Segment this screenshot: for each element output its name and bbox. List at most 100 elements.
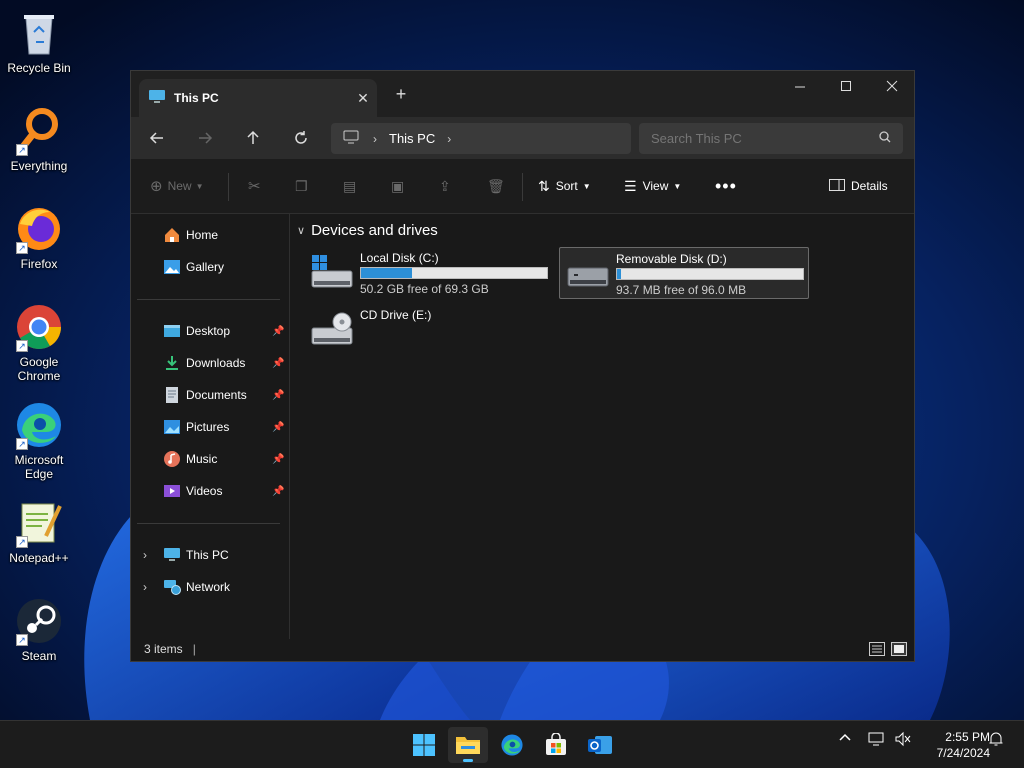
chevron-down-icon: ▼ bbox=[582, 181, 591, 191]
chevron-down-icon: ∨ bbox=[297, 225, 306, 237]
sidebar-item-label: Home bbox=[186, 228, 219, 242]
steam-icon: ↗ bbox=[14, 596, 64, 646]
sidebar-item-gallery[interactable]: Gallery bbox=[131, 253, 289, 281]
cut-button[interactable]: ✂ bbox=[248, 175, 261, 197]
tab-close-icon[interactable]: ✕ bbox=[349, 90, 377, 107]
sidebar-divider bbox=[137, 523, 280, 524]
tab-this-pc[interactable]: This PC ✕ bbox=[139, 79, 377, 117]
shortcut-arrow-icon: ↗ bbox=[16, 634, 28, 646]
chevron-right-icon[interactable]: › bbox=[447, 132, 451, 146]
network-status-icon[interactable] bbox=[868, 731, 886, 750]
pin-icon[interactable]: 📌 bbox=[272, 422, 284, 433]
view-button[interactable]: ☰ View ▼ bbox=[624, 175, 681, 197]
outlook-icon[interactable] bbox=[580, 727, 620, 763]
sidebar-item-documents[interactable]: Documents 📌 bbox=[131, 381, 289, 409]
taskbar: 2:55 PM 7/24/2024 bbox=[0, 720, 1024, 768]
maximize-icon[interactable] bbox=[823, 71, 869, 101]
tab-label: This PC bbox=[174, 91, 219, 105]
gallery-icon bbox=[163, 258, 181, 276]
chevron-right-icon[interactable]: › bbox=[373, 132, 377, 146]
search-icon bbox=[879, 131, 891, 146]
desktop-icon-edge[interactable]: ↗ Microsoft Edge bbox=[0, 400, 78, 481]
new-tab-plus-icon[interactable]: + bbox=[389, 84, 413, 105]
sidebar-item-videos[interactable]: Videos 📌 bbox=[131, 477, 289, 505]
pin-icon[interactable]: 📌 bbox=[272, 486, 284, 497]
breadcrumb-this-pc[interactable]: This PC bbox=[389, 131, 435, 146]
delete-button[interactable]: 🗑 bbox=[487, 175, 505, 197]
chevron-down-icon: ▼ bbox=[195, 181, 204, 191]
notification-bell-icon[interactable] bbox=[988, 731, 1004, 750]
home-icon bbox=[163, 226, 181, 244]
forward-arrow-icon[interactable] bbox=[189, 125, 221, 151]
edge-icon[interactable] bbox=[492, 727, 532, 763]
sort-button[interactable]: ⇅ Sort ▼ bbox=[538, 175, 591, 197]
more-options-icon[interactable]: ••• bbox=[715, 175, 737, 197]
clock-date: 7/24/2024 bbox=[936, 746, 990, 760]
recycle-bin-icon bbox=[14, 8, 64, 58]
system-clock[interactable]: 2:55 PM 7/24/2024 bbox=[916, 729, 990, 761]
sidebar-item-label: Pictures bbox=[186, 420, 230, 434]
sidebar-item-desktop[interactable]: Desktop 📌 bbox=[131, 317, 289, 345]
drive-free-space: 93.7 MB free of 96.0 MB bbox=[616, 283, 747, 297]
chevron-right-icon[interactable]: › bbox=[143, 580, 147, 594]
sidebar-item-music[interactable]: Music 📌 bbox=[131, 445, 289, 473]
search-input[interactable] bbox=[651, 131, 879, 146]
search-box[interactable] bbox=[639, 123, 903, 154]
pin-icon[interactable]: 📌 bbox=[272, 358, 284, 369]
group-header-devices[interactable]: ∨ Devices and drives bbox=[297, 222, 438, 239]
share-icon: ⇪ bbox=[439, 177, 451, 194]
tiles-view-icon[interactable] bbox=[891, 642, 907, 656]
drive-local-disk-c[interactable]: Local Disk (C:) 50.2 GB free of 69.3 GB bbox=[304, 247, 554, 299]
desktop-icon-notepadpp[interactable]: ↗ Notepad++ bbox=[0, 498, 78, 565]
notepadpp-icon: ↗ bbox=[14, 498, 64, 548]
pin-icon[interactable]: 📌 bbox=[272, 390, 284, 401]
status-bar: 3 items | bbox=[131, 637, 914, 661]
sidebar-item-pictures[interactable]: Pictures 📌 bbox=[131, 413, 289, 441]
start-icon[interactable] bbox=[404, 727, 444, 763]
show-hidden-icons-chevron-up-icon[interactable] bbox=[838, 731, 852, 748]
paste-button[interactable]: ▤ bbox=[343, 175, 356, 197]
desktop-icon-steam[interactable]: ↗ Steam bbox=[0, 596, 78, 663]
sidebar-item-downloads[interactable]: Downloads 📌 bbox=[131, 349, 289, 377]
sidebar-item-this-pc[interactable]: › This PC bbox=[131, 541, 289, 569]
command-bar: ⊕ New ▼ ✂ ❐ ▤ ▣ ⇪ 🗑 ⇅ Sort ▼ ☰ View ▼ ••… bbox=[131, 159, 914, 214]
minimize-icon[interactable] bbox=[777, 71, 823, 101]
pin-icon[interactable]: 📌 bbox=[272, 326, 284, 337]
local-disk-icon bbox=[310, 255, 354, 291]
sort-label: Sort bbox=[555, 179, 578, 193]
desktop-icon-everything[interactable]: ↗ Everything bbox=[0, 106, 78, 173]
desktop-icon-chrome[interactable]: ↗ Google Chrome bbox=[0, 302, 78, 383]
sidebar-item-label: Documents bbox=[186, 388, 247, 402]
sidebar-item-home[interactable]: Home bbox=[131, 221, 289, 249]
back-arrow-icon[interactable] bbox=[141, 125, 173, 151]
refresh-icon[interactable] bbox=[285, 125, 317, 151]
details-button[interactable]: Details bbox=[829, 175, 888, 197]
drive-usage-bar bbox=[616, 268, 804, 280]
details-view-icon[interactable] bbox=[869, 642, 885, 656]
drive-cd-drive-e[interactable]: CD Drive (E:) bbox=[304, 304, 554, 356]
new-button[interactable]: ⊕ New ▼ bbox=[150, 175, 204, 197]
sidebar-item-label: Music bbox=[186, 452, 218, 466]
desktop-icon-label: Google Chrome bbox=[17, 355, 61, 383]
view-list-icon: ☰ bbox=[624, 177, 637, 194]
drive-usage-fill bbox=[617, 269, 622, 279]
content-area: ∨ Devices and drives Local Disk (C:) 50.… bbox=[291, 214, 915, 639]
close-icon[interactable] bbox=[869, 71, 915, 101]
up-arrow-icon[interactable] bbox=[237, 125, 269, 151]
address-bar[interactable]: › This PC › bbox=[331, 123, 631, 154]
network-icon bbox=[163, 578, 181, 596]
store-icon[interactable] bbox=[536, 727, 576, 763]
add-circle-icon: ⊕ bbox=[150, 178, 163, 195]
rename-button[interactable]: ▣ bbox=[391, 175, 404, 197]
desktop-icon-firefox[interactable]: ↗ Firefox bbox=[0, 204, 78, 271]
drive-removable-disk-d[interactable]: Removable Disk (D:) 93.7 MB free of 96.0… bbox=[559, 247, 809, 299]
sidebar-item-network[interactable]: › Network bbox=[131, 573, 289, 601]
share-button[interactable]: ⇪ bbox=[439, 175, 451, 197]
pin-icon[interactable]: 📌 bbox=[272, 454, 284, 465]
desktop-icon-label: Notepad++ bbox=[9, 551, 69, 565]
chevron-right-icon[interactable]: › bbox=[143, 548, 147, 562]
volume-muted-icon[interactable] bbox=[894, 731, 912, 750]
file-explorer-icon[interactable] bbox=[448, 727, 488, 763]
copy-button[interactable]: ❐ bbox=[295, 175, 308, 197]
desktop-icon-recycle-bin[interactable]: Recycle Bin bbox=[0, 8, 78, 75]
